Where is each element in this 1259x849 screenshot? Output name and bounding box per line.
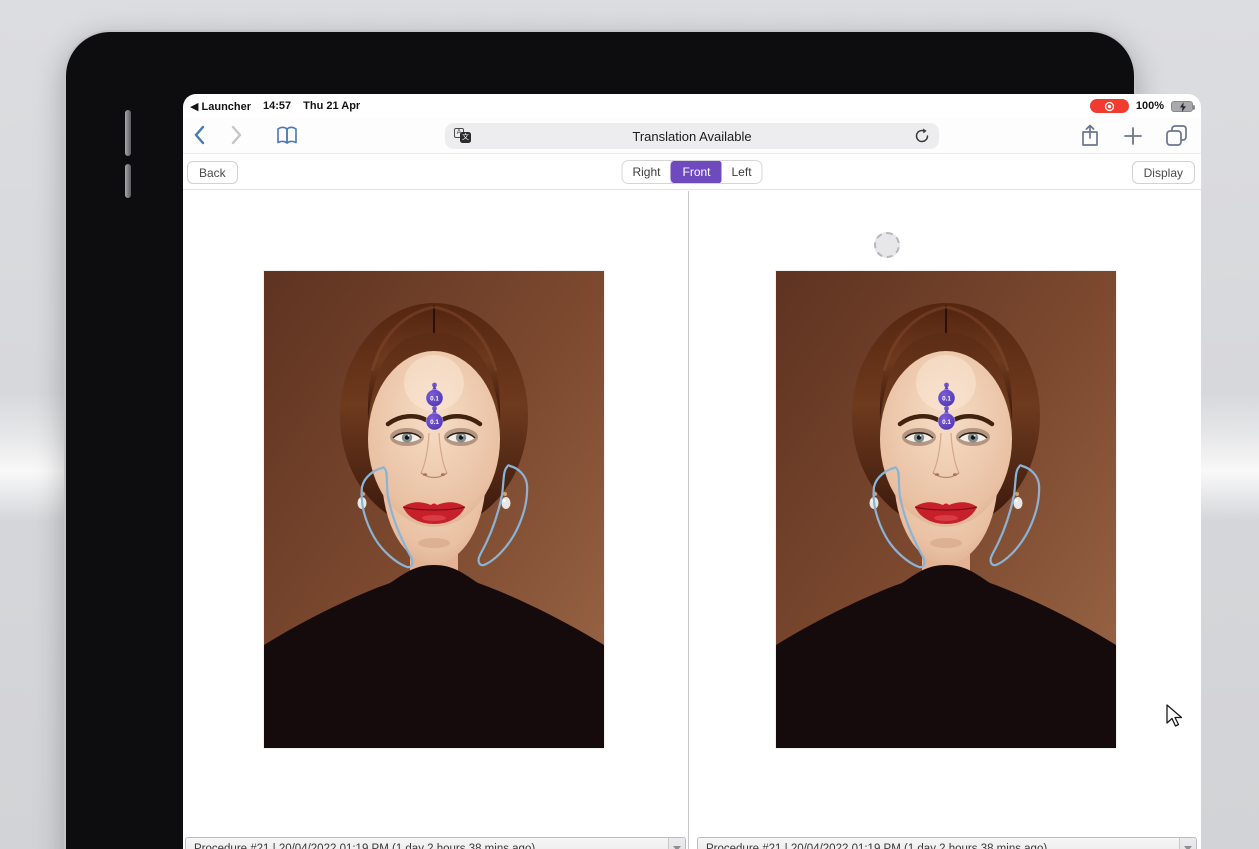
procedure-select-value: Procedure #21 | 20/04/2022 01:19 PM (1 d… [706, 843, 1047, 849]
patient-photo-right: 0.1 0.1 [776, 271, 1116, 748]
ipad-screen: ◀ Launcher 14:57 Thu 21 Apr 100% [183, 94, 1201, 849]
address-bar-text: Translation Available [632, 129, 751, 144]
status-bar: ◀ Launcher 14:57 Thu 21 Apr 100% [183, 94, 1201, 118]
mouse-cursor [1166, 704, 1186, 728]
status-bar-right: 100% [1090, 99, 1193, 113]
jaw-outline-annotation[interactable] [362, 467, 413, 567]
display-button[interactable]: Display [1132, 161, 1195, 184]
browser-forward-icon[interactable] [231, 125, 243, 145]
tabs-icon[interactable] [1165, 124, 1188, 147]
jaw-outline-annotation[interactable] [991, 465, 1040, 565]
ipad-device-frame: ◀ Launcher 14:57 Thu 21 Apr 100% [64, 30, 1136, 849]
reload-icon[interactable] [914, 128, 930, 144]
marker-value: 0.1 [430, 395, 439, 402]
annotation-overlay: 0.1 0.1 [776, 271, 1116, 748]
patient-photo-left: 0.1 0.1 [264, 271, 604, 748]
volume-up-button [125, 110, 131, 156]
marker-value: 0.1 [942, 395, 951, 402]
record-icon [1104, 101, 1115, 112]
charging-bolt-icon [1179, 102, 1187, 112]
status-bar-left: ◀ Launcher 14:57 Thu 21 Apr [190, 100, 360, 113]
browser-toolbar: A 文 Translation Available [183, 118, 1201, 154]
address-bar[interactable]: A 文 Translation Available [445, 123, 939, 149]
date-text: Thu 21 Apr [303, 100, 360, 112]
marker-value: 0.1 [942, 419, 951, 426]
battery-percent-text: 100% [1136, 100, 1164, 112]
jaw-outline-annotation[interactable] [874, 467, 925, 567]
clock-text: 14:57 [263, 100, 291, 112]
new-tab-icon[interactable] [1124, 127, 1142, 145]
segment-left[interactable]: Left [722, 161, 762, 183]
comparison-content: 0.1 0.1 Procedure #21 | 20/04/2022 01:19… [183, 191, 1201, 849]
volume-down-button [125, 164, 131, 198]
procedure-select[interactable]: Procedure #21 | 20/04/2022 01:19 PM (1 d… [185, 837, 686, 849]
back-button[interactable]: Back [187, 161, 238, 184]
screen-recording-indicator[interactable] [1090, 99, 1129, 113]
dropdown-arrow-icon [1179, 838, 1196, 849]
translate-icon[interactable]: A 文 [454, 128, 472, 144]
injection-marker[interactable]: 0.1 [426, 383, 443, 407]
procedure-select-value: Procedure #21 | 20/04/2022 01:19 PM (1 d… [194, 843, 535, 849]
browser-back-icon[interactable] [193, 125, 205, 145]
injection-marker[interactable]: 0.1 [938, 406, 955, 430]
battery-icon [1171, 101, 1193, 112]
marker-value: 0.1 [430, 419, 439, 426]
app-toolbar: Back Right Front Left Display [183, 155, 1201, 190]
panel-left: 0.1 0.1 Procedure #21 | 20/04/2022 01:19… [183, 191, 688, 849]
bookmarks-icon[interactable] [276, 126, 298, 145]
procedure-select[interactable]: Procedure #21 | 20/04/2022 01:19 PM (1 d… [697, 837, 1197, 849]
touch-indicator [874, 232, 900, 258]
dropdown-arrow-icon [668, 838, 685, 849]
injection-marker[interactable]: 0.1 [938, 383, 955, 407]
injection-marker[interactable]: 0.1 [426, 406, 443, 430]
view-segmented-control: Right Front Left [621, 160, 762, 184]
jaw-outline-annotation[interactable] [479, 465, 528, 565]
panel-right: 0.1 0.1 Procedure #21 | 20/04/2022 01:19… [689, 191, 1201, 849]
share-icon[interactable] [1081, 124, 1099, 147]
segment-front[interactable]: Front [670, 160, 722, 184]
annotation-overlay: 0.1 0.1 [264, 271, 604, 748]
segment-right[interactable]: Right [622, 161, 671, 183]
back-to-app-button[interactable]: ◀ Launcher [190, 100, 251, 113]
